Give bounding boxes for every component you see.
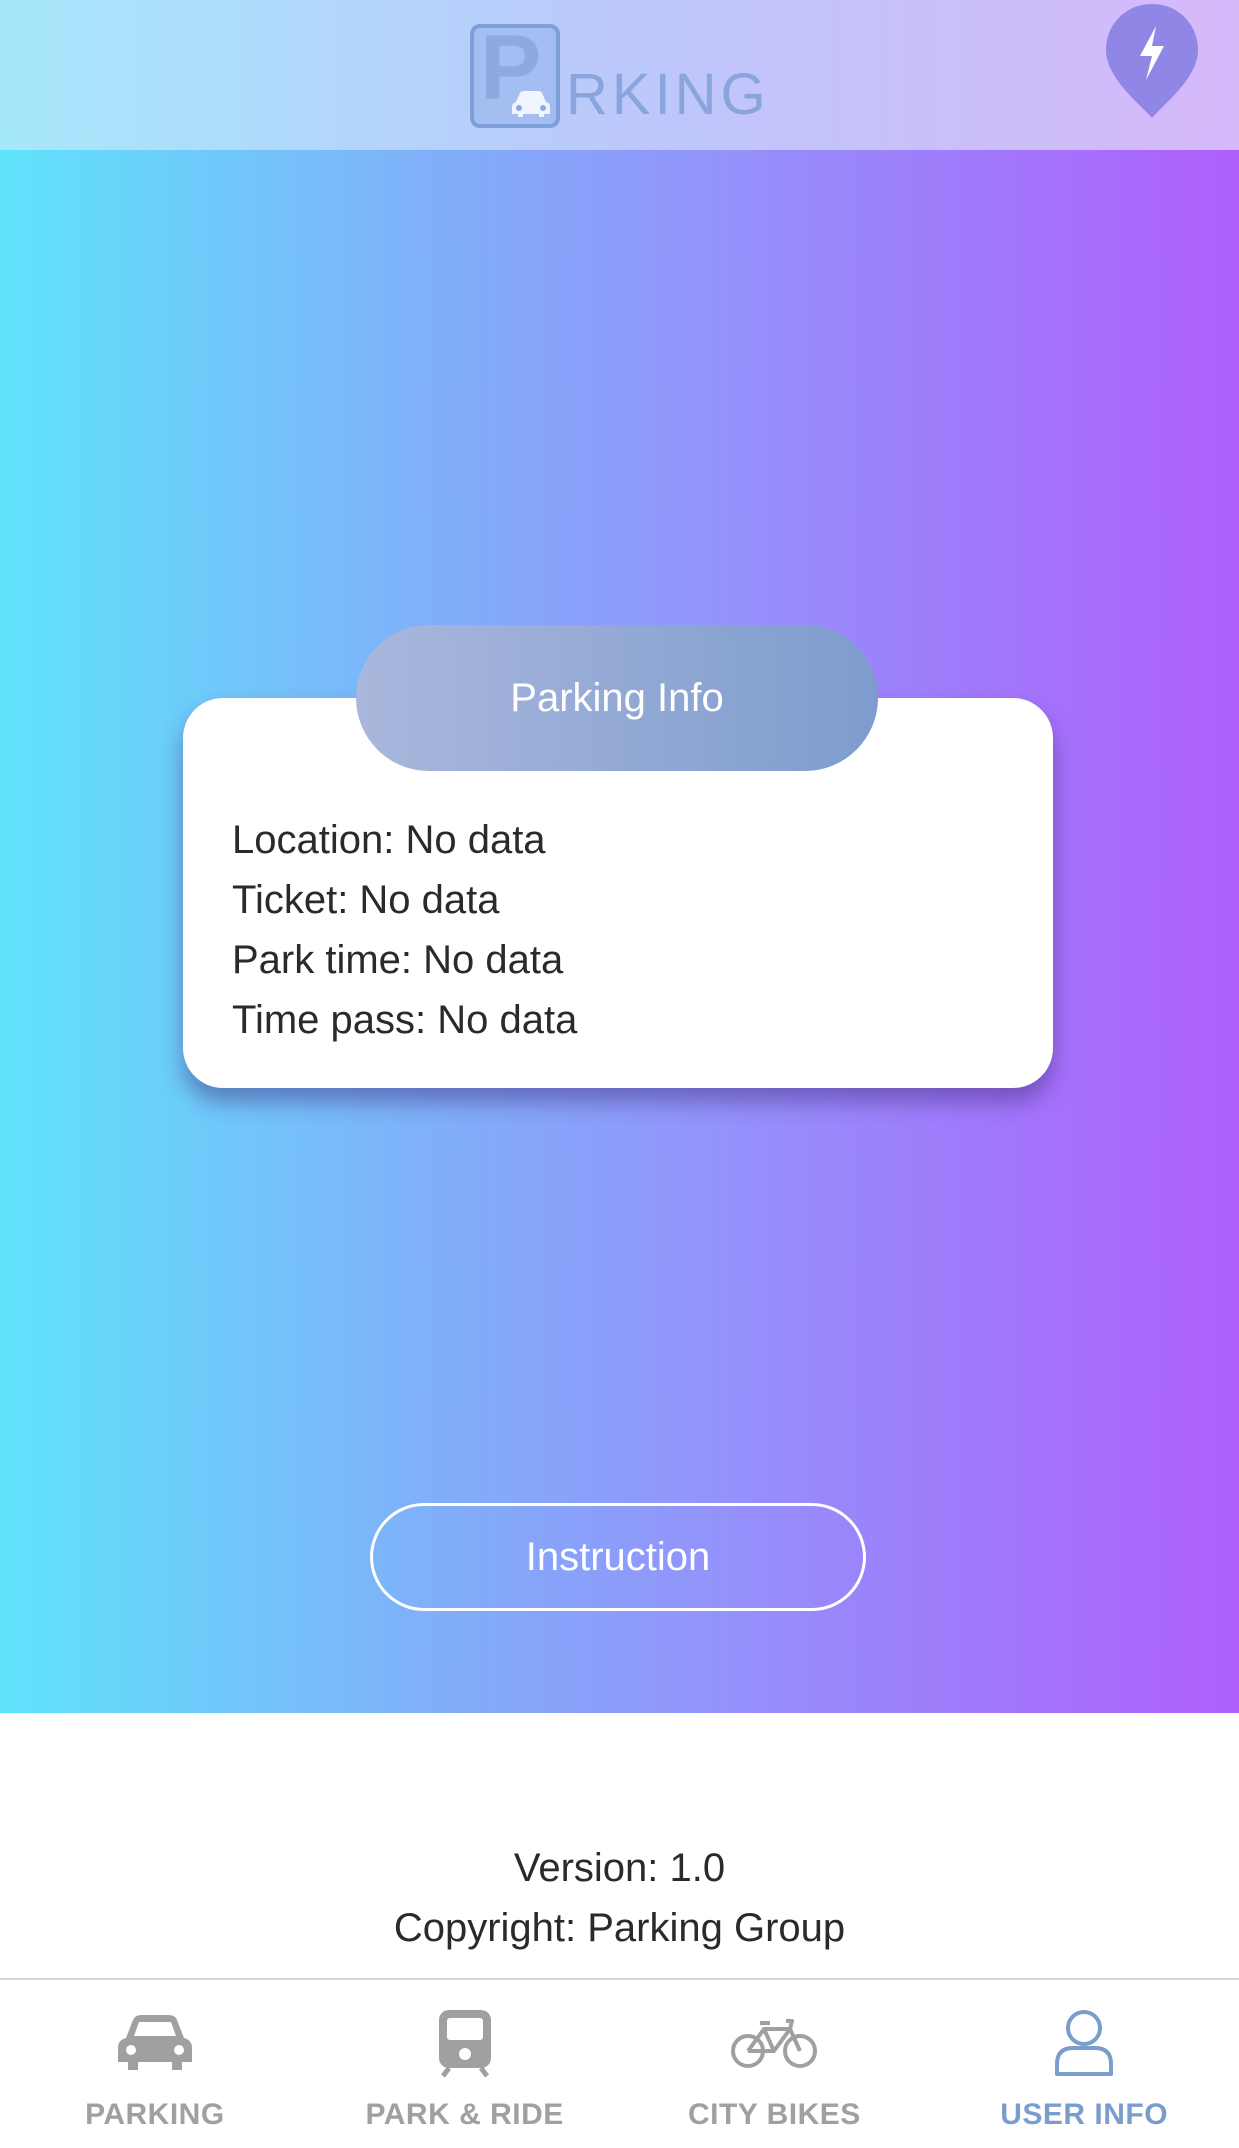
tab-park-and-ride-label: PARK & RIDE bbox=[365, 2098, 564, 2131]
app-header: P RKING bbox=[0, 0, 1239, 150]
instruction-button[interactable]: Instruction bbox=[370, 1503, 866, 1611]
bike-icon bbox=[729, 2008, 819, 2078]
about-section: Version: 1.0 Copyright: Parking Group bbox=[0, 1838, 1239, 1958]
tab-park-and-ride[interactable]: PARK & RIDE bbox=[310, 1980, 620, 2148]
logo-p-box: P bbox=[470, 22, 560, 128]
parking-info-title: Parking Info bbox=[356, 625, 878, 771]
park-time-line: Park time: No data bbox=[232, 938, 564, 982]
parking-info-details: Location: No data Ticket: No data Park t… bbox=[232, 810, 577, 1050]
tab-parking-label: PARKING bbox=[85, 2098, 225, 2131]
logo-text: RKING bbox=[566, 62, 770, 127]
tab-user-info-label: USER INFO bbox=[1000, 2098, 1169, 2131]
ticket-line: Ticket: No data bbox=[232, 878, 500, 922]
copyright-text: Copyright: Parking Group bbox=[393, 1906, 846, 1950]
tab-city-bikes-label: CITY BIKES bbox=[687, 2098, 861, 2131]
car-icon bbox=[110, 2008, 200, 2078]
location-line: Location: No data bbox=[232, 818, 546, 862]
user-icon bbox=[1039, 2008, 1129, 2078]
tab-parking[interactable]: PARKING bbox=[0, 1980, 310, 2148]
time-pass-line: Time pass: No data bbox=[232, 998, 578, 1042]
parking-logo: P RKING bbox=[470, 22, 770, 128]
tab-city-bikes[interactable]: CITY BIKES bbox=[620, 1980, 930, 2148]
train-icon bbox=[420, 2008, 510, 2078]
bottom-tab-bar: PARKING PARK & RIDE CITY BIKES USER INFO bbox=[0, 1978, 1239, 2148]
tab-user-info[interactable]: USER INFO bbox=[929, 1980, 1239, 2148]
logo-car-icon bbox=[512, 91, 550, 117]
version-text: Version: 1.0 bbox=[513, 1846, 726, 1890]
app-screen: P RKING Parking Info Location: No data T… bbox=[0, 0, 1239, 2148]
lightning-pin-icon[interactable] bbox=[1100, 0, 1204, 122]
